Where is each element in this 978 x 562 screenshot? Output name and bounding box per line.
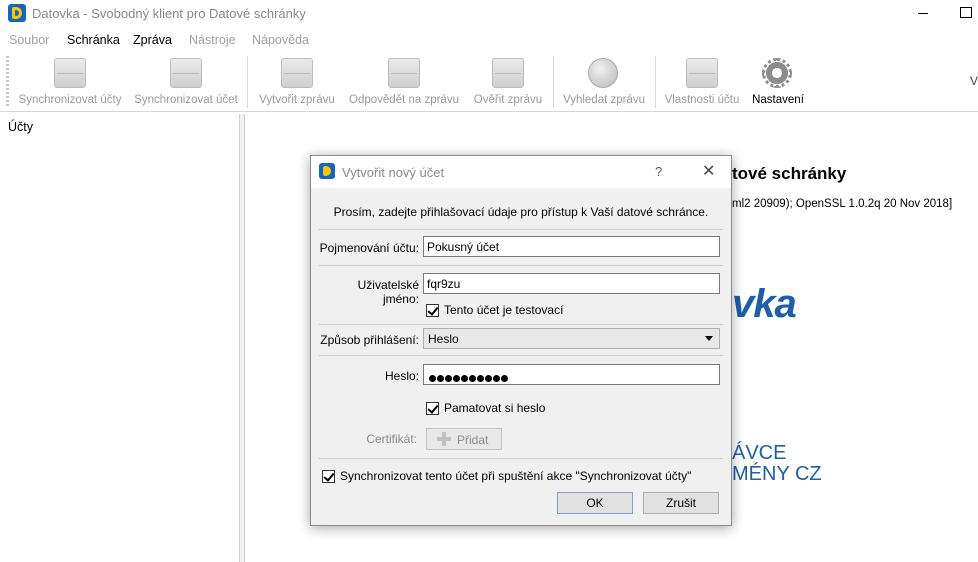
create-account-dialog: Vytvořit nový účet ? ✕ Prosím, zadejte p… — [310, 155, 732, 526]
sync-all-button[interactable]: Synchronizovat účty — [14, 56, 126, 110]
account-name-field[interactable]: Pokusný účet — [423, 236, 720, 257]
divider — [319, 229, 723, 230]
new-message-label: Vytvořit zprávu — [259, 94, 335, 106]
verify-button[interactable]: Ověřit zprávu — [469, 56, 547, 110]
ok-button[interactable]: OK — [557, 492, 633, 514]
window-titlebar: Datovka - Svobodný klient pro Datové sch… — [0, 0, 978, 28]
remember-password-label: Pamatovat si heslo — [444, 401, 546, 415]
password-dot — [501, 375, 508, 382]
settings-button[interactable]: Nastavení — [748, 56, 808, 110]
reply-icon — [388, 58, 420, 88]
password-dot — [461, 375, 468, 382]
toolbar-grip[interactable] — [6, 56, 9, 106]
account-properties-button[interactable]: Vlastnosti účtu — [660, 56, 744, 110]
menu-napoveda[interactable]: Nápověda — [252, 33, 309, 47]
pane-splitter[interactable] — [240, 114, 245, 562]
divider — [319, 355, 723, 356]
password-dot — [437, 375, 444, 382]
checkbox-checked-icon — [426, 303, 439, 317]
password-dot — [445, 375, 452, 382]
close-icon[interactable]: ✕ — [702, 161, 715, 181]
account-properties-icon — [686, 58, 718, 88]
add-certificate-button[interactable]: Přidat — [426, 428, 502, 450]
sync-on-start-checkbox[interactable]: Synchronizovat tento účet při spuštění a… — [322, 469, 691, 483]
checkbox-checked-icon — [426, 401, 439, 415]
dialog-title: Vytvořit nový účet — [342, 165, 445, 180]
accounts-title: Účty — [8, 120, 33, 134]
sync-on-start-label: Synchronizovat tento účet při spuštění a… — [340, 469, 692, 483]
sync-icon — [170, 58, 202, 88]
menu-soubor[interactable]: Soubor — [9, 33, 49, 47]
account-name-label: Pojmenování účtu: — [319, 241, 419, 255]
sync-all-label: Synchronizovat účty — [18, 94, 122, 106]
username-field[interactable]: fqr9zu — [423, 273, 720, 294]
password-mask — [429, 371, 509, 385]
certificate-label: Certifikát: — [366, 432, 417, 446]
menu-nastroje[interactable]: Nástroje — [189, 33, 236, 47]
chevron-down-icon — [705, 336, 713, 341]
datovka-logo-icon — [319, 163, 335, 179]
search-label: Vyhledat zprávu — [562, 94, 646, 106]
sync-account-label: Synchronizovat účet — [134, 94, 238, 106]
username-label: Uživatelské jméno: — [357, 278, 419, 306]
add-certificate-label: Přidat — [457, 433, 489, 447]
password-field[interactable] — [423, 364, 720, 385]
sync-all-icon — [54, 58, 86, 88]
reply-label: Odpovědět na zprávu — [349, 94, 459, 106]
menu-zprava[interactable]: Zpráva — [133, 33, 172, 47]
login-method-select[interactable]: Heslo — [423, 328, 720, 349]
password-dot — [469, 375, 476, 382]
menu-schranka[interactable]: Schránka — [67, 33, 120, 47]
divider — [319, 458, 723, 459]
accounts-pane[interactable]: Účty — [0, 114, 240, 562]
cz-nic-logo-line1: ÁVCE — [732, 442, 787, 464]
password-dot — [453, 375, 460, 382]
password-dot — [429, 375, 436, 382]
settings-label: Nastavení — [752, 94, 804, 106]
welcome-heading: tové schránky — [732, 164, 847, 183]
password-dot — [477, 375, 484, 382]
datovka-logo-icon — [8, 4, 26, 22]
search-button[interactable]: Vyhledat zprávu — [558, 56, 650, 110]
remember-password-checkbox[interactable]: Pamatovat si heslo — [426, 401, 545, 415]
search-icon — [588, 58, 618, 88]
password-dot — [485, 375, 492, 382]
dialog-intro: Prosím, zadejte přihlašovací údaje pro p… — [333, 205, 709, 219]
dialog-titlebar: Vytvořit nový účet ? ✕ — [311, 156, 731, 188]
test-account-checkbox[interactable]: Tento účet je testovací — [426, 303, 563, 317]
gear-icon — [762, 58, 792, 88]
datovka-wordmark: vka — [732, 282, 797, 326]
sync-account-button[interactable]: Synchronizovat účet — [130, 56, 242, 110]
toolbar-overflow[interactable]: V — [970, 74, 978, 88]
verify-icon — [492, 58, 524, 88]
cancel-button[interactable]: Zrušit — [643, 492, 719, 514]
account-properties-label: Vlastnosti účtu — [664, 94, 740, 106]
password-dot — [493, 375, 500, 382]
menu-bar: Soubor Schránka Zpráva Nástroje Nápověda — [0, 30, 978, 50]
help-button[interactable]: ? — [655, 164, 662, 179]
checkbox-checked-icon — [322, 469, 335, 483]
minimize-icon[interactable] — [918, 13, 928, 14]
maximize-icon[interactable] — [960, 7, 972, 18]
toolbar-separator — [655, 56, 656, 108]
toolbar: Synchronizovat účty Synchronizovat účet … — [0, 52, 978, 112]
login-method-label: Způsob přihlášení: — [320, 333, 419, 347]
version-info: ml2 20909); OpenSSL 1.0.2q 20 Nov 2018] — [732, 198, 953, 210]
new-message-icon — [281, 58, 313, 88]
test-account-label: Tento účet je testovací — [444, 303, 564, 317]
plus-icon — [437, 432, 451, 446]
divider — [319, 265, 723, 266]
toolbar-separator — [553, 56, 554, 108]
window-title: Datovka - Svobodný klient pro Datové sch… — [32, 6, 306, 21]
new-message-button[interactable]: Vytvořit zprávu — [252, 56, 342, 110]
verify-label: Ověřit zprávu — [473, 94, 543, 106]
login-method-value: Heslo — [428, 332, 459, 346]
password-label: Heslo: — [384, 369, 419, 383]
cz-nic-logo-line2: MÉNY CZ — [732, 463, 822, 485]
reply-button[interactable]: Odpovědět na zprávu — [345, 56, 463, 110]
divider — [319, 324, 723, 325]
toolbar-separator — [247, 56, 248, 108]
